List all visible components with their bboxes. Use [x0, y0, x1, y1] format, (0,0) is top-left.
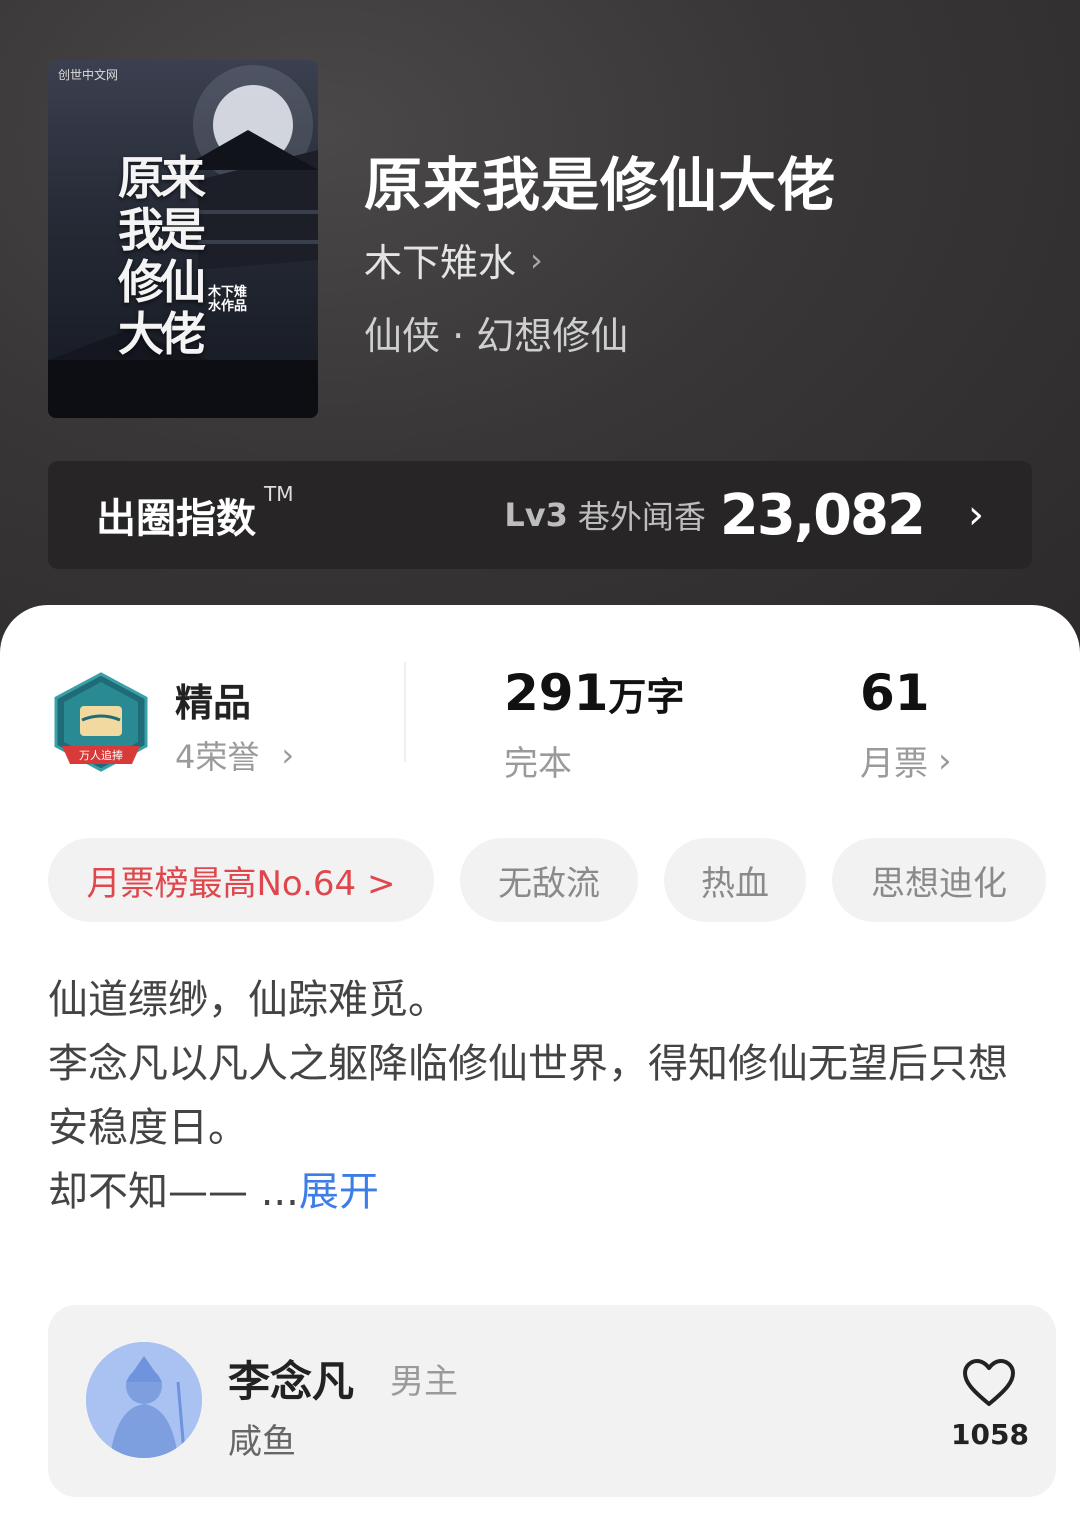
- chevron-right-icon: ›: [281, 736, 295, 774]
- chevron-right-icon: ›: [968, 492, 984, 538]
- character-trait: 咸鱼: [228, 1422, 296, 1462]
- stats-divider: [404, 662, 406, 762]
- cover-author: 木下雉水作品: [208, 285, 248, 314]
- tag-rank[interactable]: 月票榜最高No.64 >: [48, 838, 434, 922]
- honors-count: 4荣誉: [175, 738, 260, 776]
- word-count: 291万字: [504, 664, 684, 722]
- book-title: 原来我是修仙大佬: [364, 151, 837, 219]
- tag-chip[interactable]: 热血: [664, 838, 806, 922]
- tag-chip[interactable]: 无敌流: [460, 838, 638, 922]
- word-count-value: 291: [504, 664, 609, 722]
- monthly-ticket-link[interactable]: 月票 ›: [860, 736, 952, 785]
- cover-title: 原来我是修仙大佬: [118, 151, 206, 361]
- heart-icon[interactable]: [962, 1358, 1016, 1408]
- book-cover[interactable]: 创世中文网 原来我是修仙大佬 木下雉水作品: [48, 60, 318, 418]
- like-count: 1058: [951, 1418, 1029, 1451]
- badge-text: 万人追捧: [79, 748, 123, 762]
- author-name: 木下雉水: [364, 241, 517, 285]
- character-avatar: [86, 1342, 202, 1458]
- tag-chip[interactable]: 思想迪化: [832, 838, 1046, 922]
- monthly-ticket-count: 61: [860, 664, 930, 722]
- chevron-right-icon: ›: [530, 240, 543, 279]
- honors-link[interactable]: 4荣誉 ›: [175, 732, 294, 778]
- book-genre: 仙侠 · 幻想修仙: [364, 314, 629, 358]
- expand-link[interactable]: 展开: [299, 1169, 379, 1215]
- index-level-name: 巷外闻香: [577, 498, 706, 536]
- description-line: 却不知—— ...: [48, 1169, 299, 1215]
- author-link[interactable]: 木下雉水 ›: [364, 232, 543, 287]
- character-name: 李念凡: [228, 1357, 355, 1406]
- description-line: 李念凡以凡人之躯降临修仙世界，得知修仙无望后只想安稳度日。: [48, 1041, 1008, 1151]
- index-level: Lv3: [504, 496, 568, 534]
- chevron-right-icon: ›: [938, 740, 952, 781]
- book-description: 仙道缥缈，仙踪难觅。 李念凡以凡人之躯降临修仙世界，得知修仙无望后只想安稳度日。…: [48, 968, 1038, 1224]
- character-role: 男主: [390, 1362, 458, 1402]
- description-line: 仙道缥缈，仙踪难觅。: [48, 977, 448, 1023]
- quality-label: 精品: [175, 681, 252, 725]
- word-count-unit: 万字: [608, 675, 685, 719]
- quality-badge-icon: 万人追捧: [54, 672, 148, 772]
- publisher-logo: 创世中文网: [58, 68, 119, 82]
- index-score: 23,082: [719, 482, 926, 548]
- trademark-mark: TM: [264, 482, 294, 506]
- monthly-ticket-label: 月票: [860, 744, 928, 784]
- index-label: 出圈指数: [96, 496, 256, 542]
- book-status: 完本: [504, 744, 572, 784]
- popularity-index-bar[interactable]: 出圈指数 TM Lv3 巷外闻香 23,082 ›: [48, 461, 1032, 569]
